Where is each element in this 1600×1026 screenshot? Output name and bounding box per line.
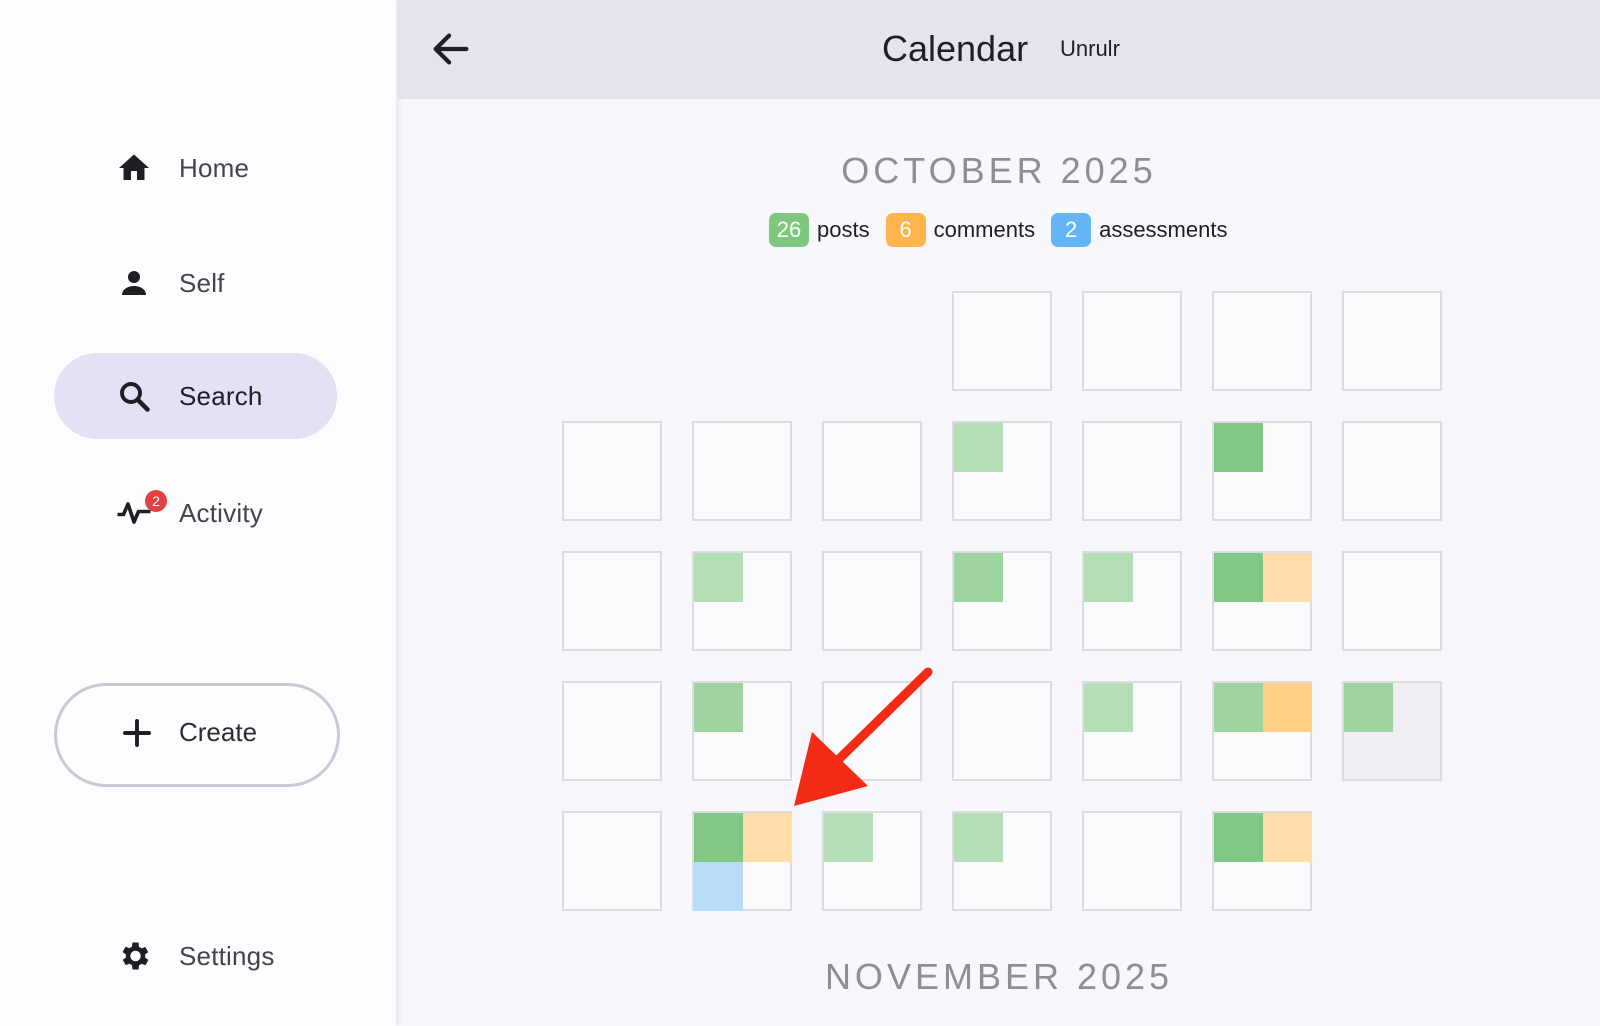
activity-cell <box>1263 683 1312 732</box>
calendar-day-1[interactable] <box>952 291 1052 391</box>
calendar-day-25[interactable] <box>1342 681 1442 781</box>
activity-cell <box>954 553 1003 602</box>
calendar-day-14[interactable] <box>822 551 922 651</box>
sidebar-item-search[interactable]: Search <box>54 353 337 439</box>
calendar-day-5[interactable] <box>562 421 662 521</box>
calendar-day-9[interactable] <box>1082 421 1182 521</box>
calendar-day-13[interactable] <box>692 551 792 651</box>
assessments-count-chip: 2 <box>1051 213 1092 247</box>
posts-label: posts <box>817 217 870 242</box>
activity-cell <box>1344 683 1393 732</box>
activity-cell <box>694 553 743 602</box>
calendar-day-10[interactable] <box>1212 421 1312 521</box>
calendar-day-15[interactable] <box>952 551 1052 651</box>
calendar-day-16[interactable] <box>1082 551 1182 651</box>
calendar-day-8[interactable] <box>952 421 1052 521</box>
calendar-legend: 26 posts 6 comments 2 assessments <box>769 213 1243 247</box>
activity-cell <box>954 813 1003 862</box>
plus-icon <box>119 715 155 751</box>
next-month-title: NOVEMBER 2025 <box>824 956 1174 997</box>
person-icon <box>116 265 152 301</box>
month-title: OCTOBER 2025 <box>841 150 1157 191</box>
activity-cell <box>1214 553 1263 602</box>
calendar-day-24[interactable] <box>1212 681 1312 781</box>
activity-cell <box>1084 553 1133 602</box>
calendar-day-11[interactable] <box>1342 421 1442 521</box>
activity-cell <box>954 423 1003 472</box>
activity-cell <box>1214 813 1263 862</box>
activity-cell <box>1263 813 1312 862</box>
calendar-day-18[interactable] <box>1342 551 1442 651</box>
calendar-day-28[interactable] <box>822 811 922 911</box>
create-button[interactable]: Create <box>54 683 340 787</box>
calendar-day-23[interactable] <box>1082 681 1182 781</box>
comments-count-chip: 6 <box>885 213 926 247</box>
calendar-day-17[interactable] <box>1212 551 1312 651</box>
calendar-day-7[interactable] <box>822 421 922 521</box>
create-button-label: Create <box>179 717 258 747</box>
calendar-day-20[interactable] <box>692 681 792 781</box>
notification-badge: 2 <box>145 490 167 512</box>
back-arrow-icon[interactable] <box>428 26 474 72</box>
calendar-day-31[interactable] <box>1212 811 1312 911</box>
sidebar-item-activity[interactable]: 2 Activity <box>54 470 337 556</box>
activity-cell <box>694 862 743 911</box>
sidebar-item-label: Activity <box>179 497 263 528</box>
activity-cell <box>1084 683 1133 732</box>
calendar-day-6[interactable] <box>692 421 792 521</box>
calendar-day-30[interactable] <box>1082 811 1182 911</box>
calendar-day-29[interactable] <box>952 811 1052 911</box>
activity-cell <box>694 813 743 862</box>
calendar-day-2[interactable] <box>1082 291 1182 391</box>
page-title: Calendar <box>882 28 1029 69</box>
sidebar-item-self[interactable]: Self <box>54 240 337 326</box>
activity-cell <box>824 813 873 862</box>
assessments-label: assessments <box>1099 217 1228 242</box>
calendar-day-3[interactable] <box>1212 291 1312 391</box>
activity-cell <box>743 813 792 862</box>
page-subtitle: Unrulr <box>1060 36 1120 61</box>
search-icon <box>116 378 152 414</box>
comments-label: comments <box>933 217 1036 242</box>
calendar-day-21[interactable] <box>822 681 922 781</box>
sidebar-item-label: Search <box>179 380 263 411</box>
activity-cell <box>1214 423 1263 472</box>
sidebar-item-label: Self <box>179 267 225 298</box>
calendar-day-26[interactable] <box>562 811 662 911</box>
calendar-day-19[interactable] <box>562 681 662 781</box>
activity-cell <box>1214 683 1263 732</box>
activity-cell <box>694 683 743 732</box>
activity-cell <box>1263 553 1312 602</box>
posts-count-chip: 26 <box>769 213 809 247</box>
calendar-day-27[interactable] <box>692 811 792 911</box>
calendar-day-22[interactable] <box>952 681 1052 781</box>
app-header: Calendar Unrulr <box>398 0 1600 99</box>
calendar-day-4[interactable] <box>1342 291 1442 391</box>
calendar-day-12[interactable] <box>562 551 662 651</box>
